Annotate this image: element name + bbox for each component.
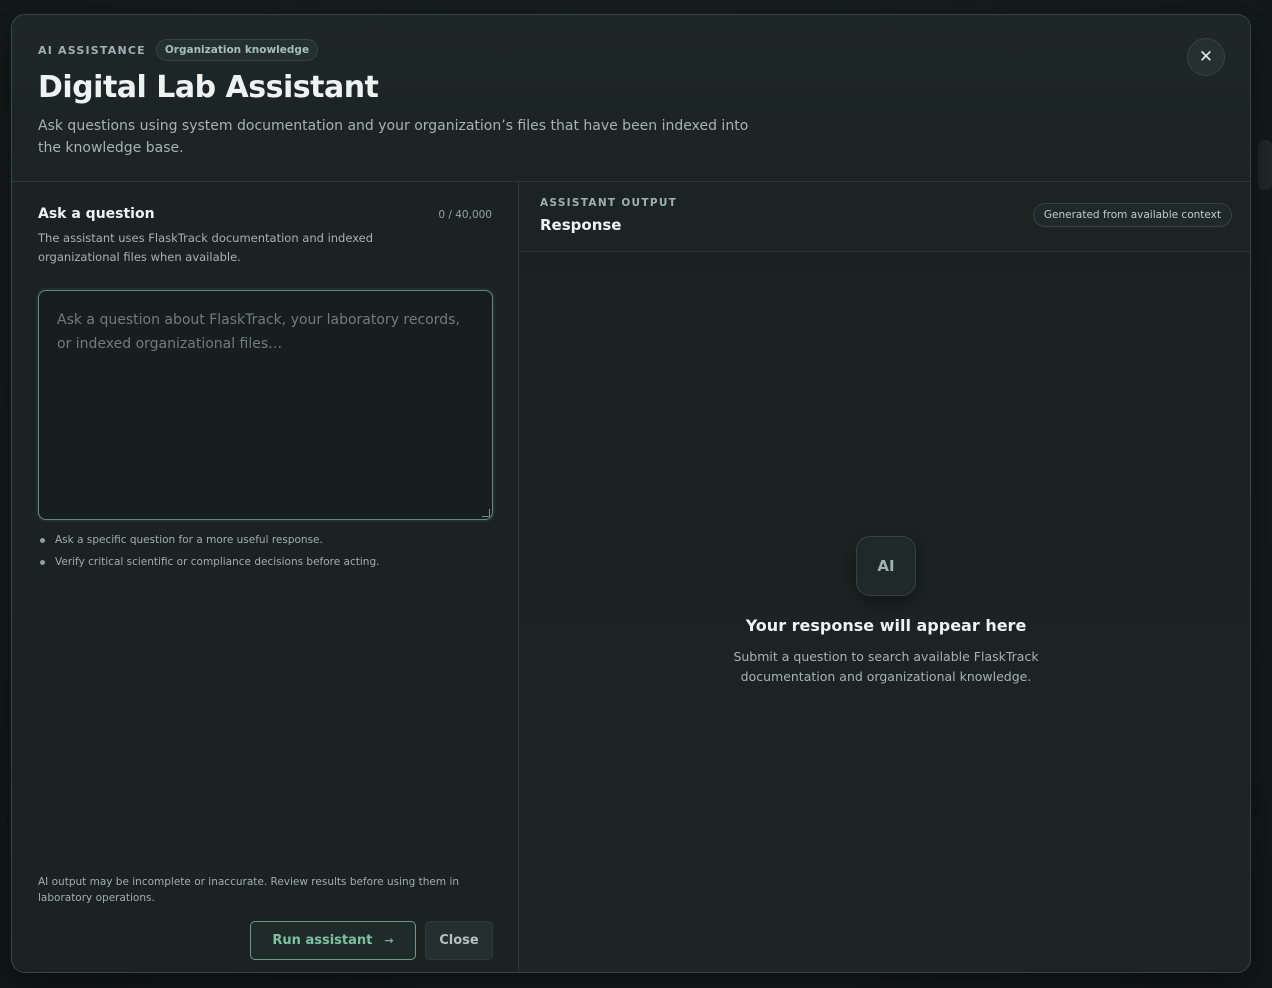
run-assistant-label: Run assistant <box>272 933 373 948</box>
question-title: Ask a question <box>38 206 155 222</box>
dialog-title: Digital Lab Assistant <box>38 70 379 105</box>
arrow-right-icon: → <box>384 934 394 947</box>
empty-state-description: Submit a question to search available Fl… <box>733 649 1039 684</box>
header-eyebrow: AI ASSISTANCE <box>38 43 146 57</box>
output-header: ASSISTANT OUTPUT Response Generated from… <box>520 182 1250 252</box>
output-panel: ASSISTANT OUTPUT Response Generated from… <box>520 182 1250 972</box>
close-dialog-button[interactable]: ✕ <box>1187 38 1225 76</box>
question-input[interactable] <box>39 291 492 519</box>
question-tips: Ask a specific question for a more usefu… <box>40 529 379 573</box>
question-description: The assistant uses FlaskTrack documentat… <box>38 231 374 264</box>
organization-knowledge-badge: Organization knowledge <box>155 39 319 61</box>
dialog-subtitle: Ask questions using system documentation… <box>38 118 749 156</box>
output-eyebrow: ASSISTANT OUTPUT <box>540 197 678 209</box>
tip-item: Ask a specific question for a more usefu… <box>40 529 379 551</box>
ai-disclaimer: AI output may be incomplete or inaccurat… <box>38 876 460 904</box>
context-badge: Generated from available context <box>1032 203 1232 227</box>
dialog-header: AI ASSISTANCE Organization knowledge Dig… <box>12 15 1250 182</box>
empty-state: AI Your response will appear here Submit… <box>520 536 1250 687</box>
close-button[interactable]: Close <box>425 921 493 960</box>
question-input-wrapper <box>38 290 493 520</box>
character-counter: 0 / 40,000 <box>438 209 492 221</box>
bullet-icon <box>40 537 45 543</box>
question-panel: Ask a question 0 / 40,000 The assistant … <box>12 182 519 972</box>
empty-state-title: Your response will appear here <box>745 616 1027 635</box>
bullet-icon <box>40 559 45 565</box>
ai-icon: AI <box>856 536 916 596</box>
header-eyebrow-row: AI ASSISTANCE Organization knowledge <box>38 39 319 61</box>
close-icon: ✕ <box>1198 47 1214 67</box>
tip-item: Verify critical scientific or compliance… <box>40 551 379 573</box>
resize-handle[interactable] <box>482 509 490 517</box>
tip-text: Ask a specific question for a more usefu… <box>55 534 323 546</box>
output-title: Response <box>540 216 622 234</box>
background-scrollbar <box>1258 140 1272 190</box>
run-assistant-button[interactable]: Run assistant → <box>250 921 416 960</box>
assistant-dialog: AI ASSISTANCE Organization knowledge Dig… <box>11 14 1251 973</box>
tip-text: Verify critical scientific or compliance… <box>55 556 380 568</box>
